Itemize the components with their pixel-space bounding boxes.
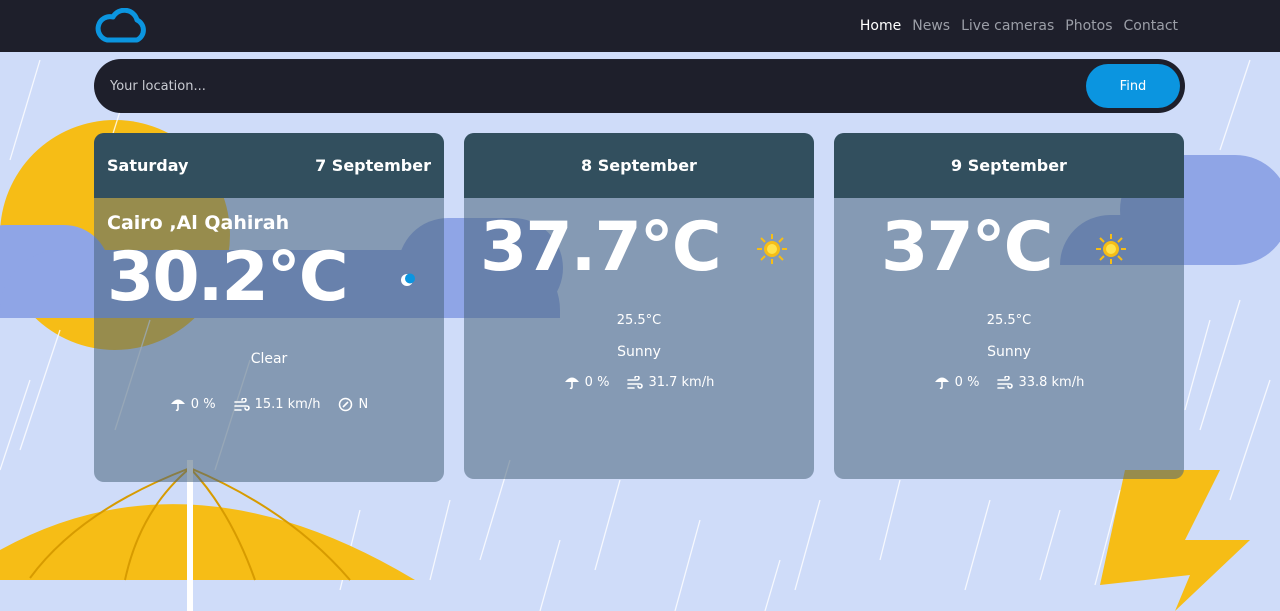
compass-icon	[338, 397, 353, 412]
nav-link-contact[interactable]: Contact	[1124, 18, 1178, 34]
wind-icon	[997, 375, 1014, 390]
forecast-min-temp: 25.5°C	[986, 313, 1032, 328]
forecast-card-header: 9 September	[834, 133, 1184, 198]
location-name: Cairo ,Al Qahirah	[107, 212, 290, 234]
rain-chance-value: 0 %	[584, 375, 610, 390]
today-card: Saturday 7 September Cairo ,Al Qahirah 3…	[94, 133, 444, 482]
today-condition: Clear	[250, 351, 288, 367]
wind-speed-stat: 31.7 km/h	[627, 375, 714, 390]
rain-chance-value: 0 %	[190, 397, 216, 412]
nav-link-live-cameras[interactable]: Live cameras	[961, 18, 1054, 34]
forecast-card: 9 September 37°C 25.5°C Sunny 0 % 33.8 k…	[834, 133, 1184, 479]
forecast-condition: Sunny	[987, 344, 1031, 360]
today-card-header: Saturday 7 September	[94, 133, 444, 198]
location-search-input[interactable]	[110, 69, 1060, 103]
forecast-card-header: 8 September	[464, 133, 814, 198]
wind-icon	[233, 397, 250, 412]
cloud-logo-icon[interactable]	[93, 7, 151, 48]
today-temp-row: 30.2°C	[94, 234, 444, 334]
today-stats: 0 % 15.1 km/h N	[94, 397, 444, 412]
sun-icon	[756, 233, 788, 269]
wind-direction-value: N	[358, 397, 369, 412]
umbrella-icon	[564, 375, 580, 390]
forecast-date: 8 September	[581, 156, 697, 175]
rain-chance-value: 0 %	[954, 375, 980, 390]
forecast-stats: 0 % 33.8 km/h	[834, 375, 1184, 390]
sun-icon	[1095, 233, 1127, 269]
rain-chance-stat: 0 %	[934, 375, 980, 390]
forecast-stats: 0 % 31.7 km/h	[464, 375, 814, 390]
forecast-card: 8 September 37.7°C 25.5°C Sunny 0 % 31.7…	[464, 133, 814, 479]
umbrella-icon	[170, 397, 186, 412]
background-lightning-bolt	[1100, 470, 1250, 611]
umbrella-icon	[934, 375, 950, 390]
forecast-max-temp: 37°C	[881, 208, 1054, 287]
wind-speed-stat: 33.8 km/h	[997, 375, 1084, 390]
today-temperature: 30.2°C	[107, 238, 349, 317]
today-date: 7 September	[315, 156, 431, 175]
forecast-date: 9 September	[951, 156, 1067, 175]
nav-links: Home News Live cameras Photos Contact	[860, 0, 1178, 52]
forecast-min-temp: 25.5°C	[616, 313, 662, 328]
forecast-temp-row: 37°C	[834, 208, 1184, 308]
forecast-max-temp: 37.7°C	[480, 208, 722, 287]
today-day: Saturday	[107, 156, 189, 175]
nav-link-home[interactable]: Home	[860, 18, 901, 34]
top-navbar: Home News Live cameras Photos Contact	[0, 0, 1280, 52]
moon-icon	[399, 272, 415, 292]
wind-icon	[627, 375, 644, 390]
wind-speed-value: 15.1 km/h	[254, 397, 321, 412]
forecast-condition: Sunny	[617, 344, 661, 360]
wind-direction-stat: N	[338, 397, 368, 412]
find-button[interactable]: Find	[1086, 64, 1180, 108]
forecast-temp-row: 37.7°C	[464, 208, 814, 308]
nav-link-photos[interactable]: Photos	[1065, 18, 1112, 34]
wind-speed-value: 33.8 km/h	[1018, 375, 1085, 390]
wind-speed-value: 31.7 km/h	[648, 375, 715, 390]
wind-speed-stat: 15.1 km/h	[233, 397, 321, 412]
search-bar: Find	[94, 59, 1185, 113]
nav-link-news[interactable]: News	[912, 18, 950, 34]
rain-chance-stat: 0 %	[170, 397, 216, 412]
rain-chance-stat: 0 %	[564, 375, 610, 390]
